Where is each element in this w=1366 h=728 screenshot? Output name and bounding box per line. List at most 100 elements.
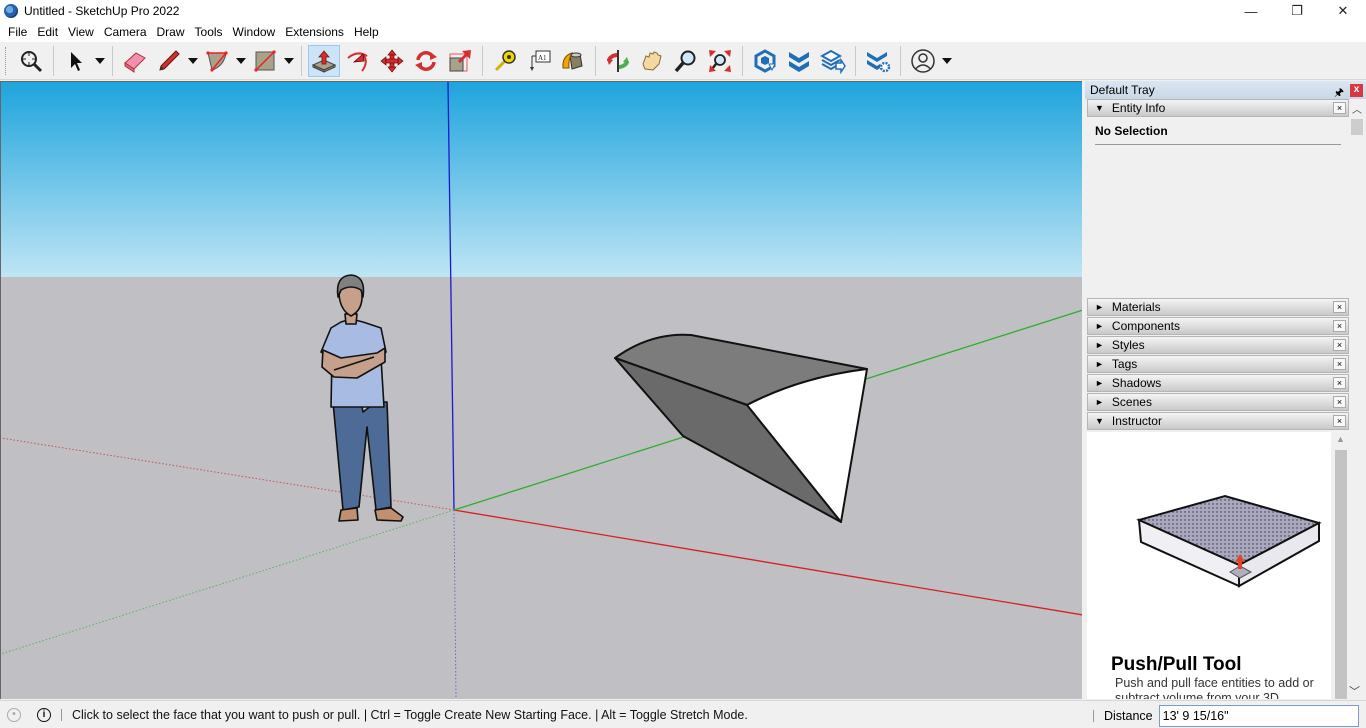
restore-icon: ❐: [1291, 3, 1303, 18]
collapsed-triangle-icon: ►: [1095, 340, 1104, 350]
menu-tools[interactable]: Tools: [190, 25, 228, 39]
scale-button[interactable]: [444, 45, 476, 77]
pencil-icon: [159, 49, 180, 71]
scroll-thumb[interactable]: [1335, 450, 1347, 699]
panel-header-shadows[interactable]: ► Shadows ×: [1087, 374, 1349, 392]
modeling-viewport[interactable]: [0, 81, 1082, 699]
restore-button[interactable]: ❐: [1274, 0, 1320, 22]
tape-measure-button[interactable]: [489, 45, 521, 77]
scroll-down-icon[interactable]: ﹀: [1349, 683, 1360, 699]
text-button[interactable]: A1: [523, 45, 555, 77]
move-button[interactable]: [376, 45, 408, 77]
blue-axis-positive: [447, 82, 455, 511]
status-divider: [1093, 710, 1094, 722]
zoom-magnifier-crosshair-icon: [21, 50, 43, 72]
window-title: Untitled - SketchUp Pro 2022: [24, 4, 180, 18]
minimize-button[interactable]: —: [1228, 0, 1274, 22]
scene-canvas: [1, 82, 1082, 699]
menu-edit[interactable]: Edit: [32, 25, 63, 39]
scale-figure[interactable]: [320, 274, 404, 522]
rectangle-dropdown[interactable]: [282, 45, 296, 77]
panel-close-button[interactable]: ×: [1333, 396, 1346, 408]
scroll-up-icon[interactable]: ▲: [1336, 434, 1345, 444]
panel-close-button[interactable]: ×: [1333, 415, 1346, 427]
instructor-title: Push/Pull Tool: [1111, 654, 1242, 675]
entity-info-scrollbar[interactable]: ︿: [1350, 99, 1364, 289]
expanded-triangle-icon: ▼: [1095, 103, 1104, 113]
zoom-button[interactable]: [670, 45, 702, 77]
default-tray: Default Tray 🖈 x ▼ Entity Info × No Sele…: [1085, 81, 1366, 699]
instructor-scrollbar[interactable]: ▲: [1333, 432, 1349, 699]
panel-header-components[interactable]: ► Components ×: [1087, 317, 1349, 335]
magnifier-icon: [674, 50, 696, 72]
instructor-content: Push/Pull Tool Push and pull face entiti…: [1087, 432, 1331, 699]
panel-close-button[interactable]: ×: [1333, 377, 1346, 389]
measurements-label: Distance: [1104, 709, 1153, 723]
close-button[interactable]: ✕: [1320, 0, 1366, 22]
scale-icon: [449, 49, 471, 71]
paint-bucket-button[interactable]: [557, 45, 589, 77]
line-button[interactable]: [153, 45, 185, 77]
red-axis-positive: [453, 509, 1082, 616]
pan-button[interactable]: [636, 45, 668, 77]
eraser-button[interactable]: [119, 45, 151, 77]
panel-header-entity-info[interactable]: ▼ Entity Info ×: [1087, 99, 1349, 117]
toolbar-separator: [112, 45, 113, 76]
zoom-extents-button[interactable]: [704, 45, 736, 77]
rotate-button[interactable]: [410, 45, 442, 77]
geolocation-icon[interactable]: •: [7, 707, 21, 722]
panel-close-button[interactable]: ×: [1333, 358, 1346, 370]
arc-dropdown[interactable]: [234, 45, 248, 77]
wedge-solid[interactable]: [614, 333, 868, 523]
panel-header-tags[interactable]: ► Tags ×: [1087, 355, 1349, 373]
panel-header-instructor[interactable]: ▼ Instructor ×: [1087, 412, 1349, 430]
push-pull-icon: [311, 49, 337, 73]
panel-header-scenes[interactable]: ► Scenes ×: [1087, 393, 1349, 411]
menu-file[interactable]: File: [3, 25, 32, 39]
minimize-icon: —: [1244, 3, 1258, 19]
account-button[interactable]: [907, 45, 939, 77]
3d-warehouse-button[interactable]: [749, 45, 781, 77]
info-icon[interactable]: i: [37, 707, 51, 722]
toolbar-grip[interactable]: [5, 46, 8, 75]
extension-warehouse-icon: [789, 51, 809, 72]
measurements-input[interactable]: [1158, 705, 1359, 727]
menu-extensions[interactable]: Extensions: [280, 25, 349, 39]
svg-text:A1: A1: [538, 54, 547, 62]
panel-close-button[interactable]: ×: [1333, 102, 1346, 114]
panel-header-styles[interactable]: ► Styles ×: [1087, 336, 1349, 354]
paint-bucket-icon: [562, 51, 583, 70]
select-button[interactable]: [60, 45, 92, 77]
orbit-icon: [607, 49, 629, 72]
panel-label: Tags: [1111, 357, 1138, 371]
scroll-thumb[interactable]: [1351, 119, 1363, 135]
toolbar-separator: [482, 45, 483, 76]
tray-close-button[interactable]: x: [1350, 84, 1363, 97]
send-to-layout-button[interactable]: [817, 45, 849, 77]
close-icon: ✕: [1337, 3, 1349, 18]
extension-manager-button[interactable]: [862, 45, 894, 77]
menu-draw[interactable]: Draw: [152, 25, 190, 39]
text-label-icon: A1: [530, 50, 551, 71]
panel-close-button[interactable]: ×: [1333, 339, 1346, 351]
menu-camera[interactable]: Camera: [99, 25, 152, 39]
panel-header-materials[interactable]: ► Materials ×: [1087, 298, 1349, 316]
offset-button[interactable]: [342, 45, 374, 77]
panel-close-button[interactable]: ×: [1333, 301, 1346, 313]
scroll-up-icon[interactable]: ︿: [1352, 101, 1362, 116]
line-dropdown[interactable]: [186, 45, 200, 77]
extension-warehouse-button[interactable]: [783, 45, 815, 77]
account-dropdown[interactable]: [940, 45, 954, 77]
select-dropdown[interactable]: [93, 45, 107, 77]
zoom-window-button[interactable]: [15, 45, 47, 77]
push-pull-button[interactable]: [308, 44, 340, 77]
panel-close-button[interactable]: ×: [1333, 320, 1346, 332]
orbit-button[interactable]: [602, 45, 634, 77]
menu-view[interactable]: View: [63, 25, 99, 39]
rectangle-button[interactable]: [249, 45, 281, 77]
menu-window[interactable]: Window: [228, 25, 281, 39]
arrow-cursor-icon: [71, 51, 82, 71]
arc-button[interactable]: [201, 45, 233, 77]
toolbar-separator: [900, 45, 901, 76]
menu-help[interactable]: Help: [349, 25, 384, 39]
